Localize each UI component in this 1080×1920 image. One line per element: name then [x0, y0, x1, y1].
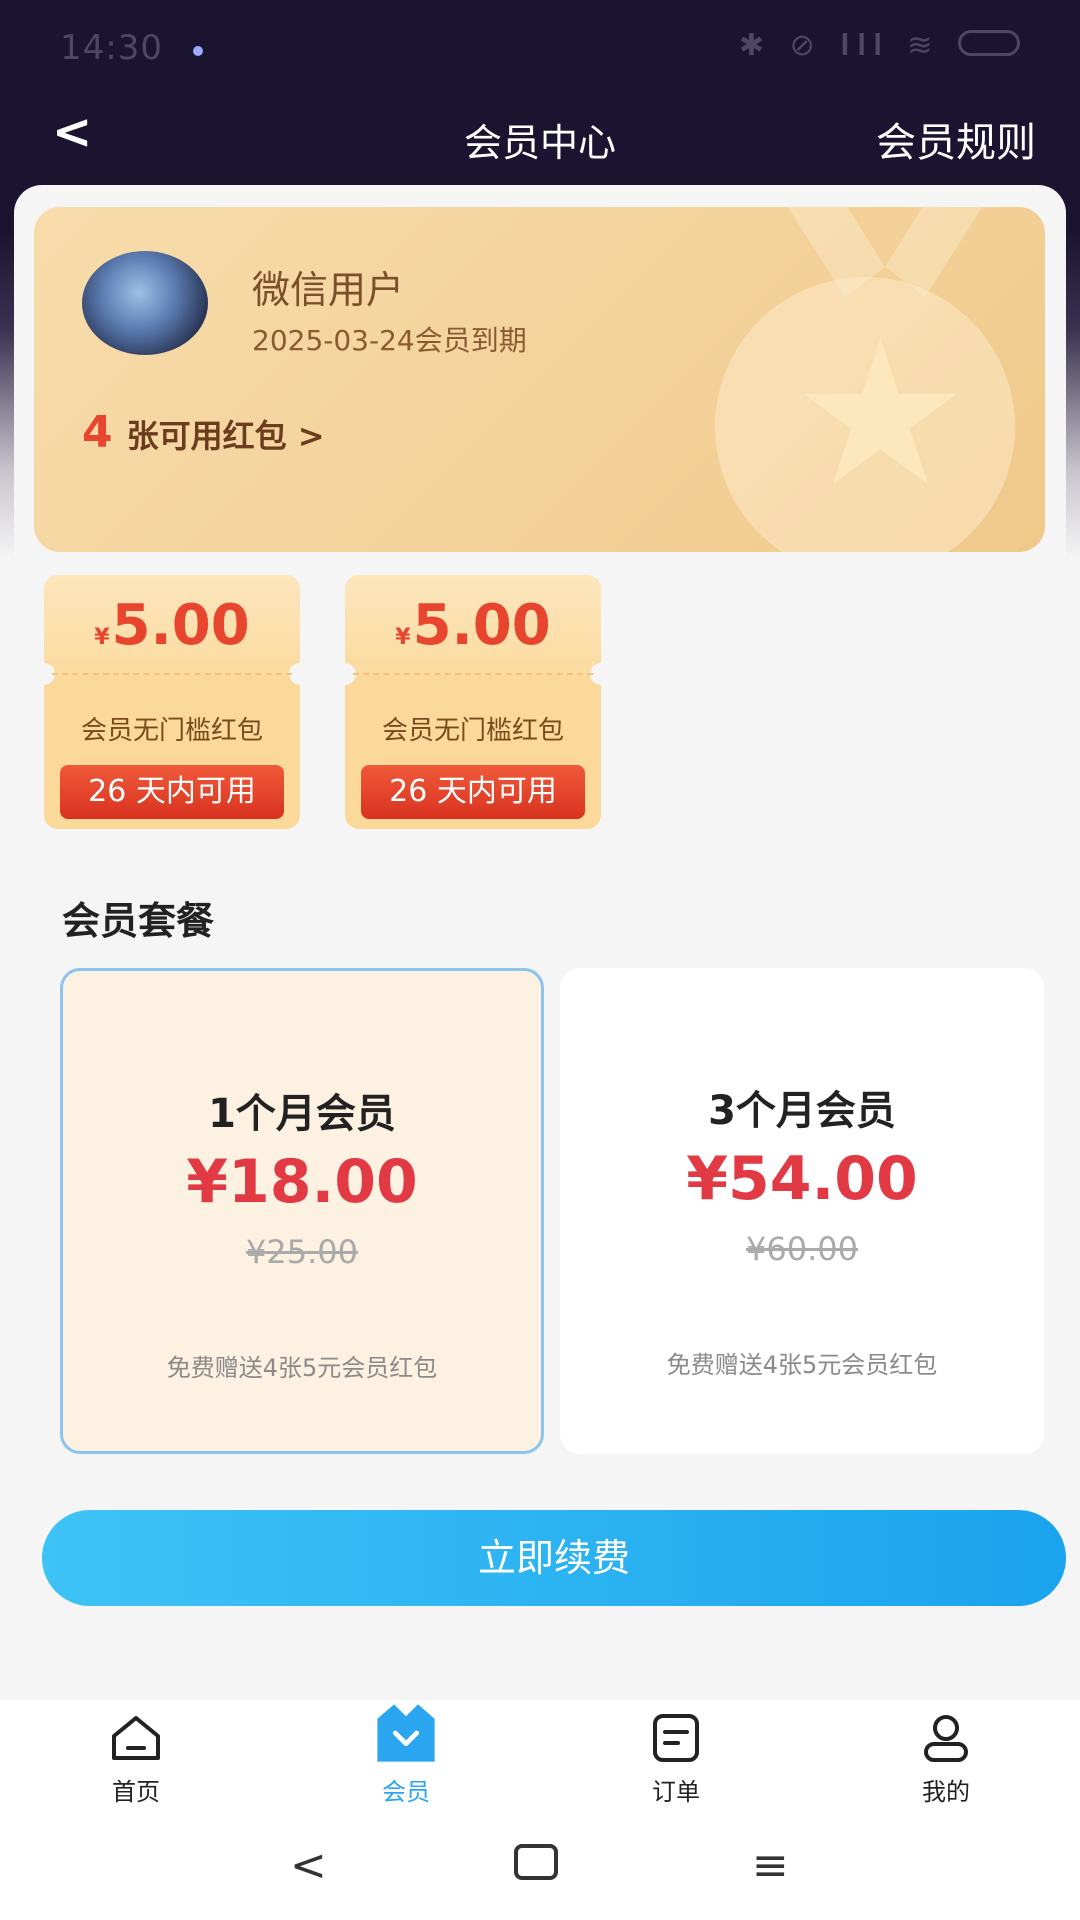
home-icon [112, 1716, 160, 1760]
system-back-icon[interactable]: < [290, 1840, 327, 1891]
status-icons: ✱ ⊘ 𝐈𝐥𝐥 ≋ [739, 28, 1020, 63]
system-nav-bar: < ≡ [0, 1810, 1080, 1920]
coupon-title: 会员无门槛红包 [80, 716, 263, 746]
plan-price: ¥54.00 [686, 1144, 918, 1214]
available-coupons-link[interactable]: 4 张可用红包 > [82, 407, 325, 458]
avatar[interactable] [82, 251, 208, 355]
user-name: 微信用户 [252, 268, 405, 312]
coupon-title: 会员无门槛红包 [381, 716, 564, 746]
coupon-card[interactable]: ¥5.00 会员无门槛红包 26 天内可用 [44, 575, 300, 829]
nav-bar: < 会员中心 会员规则 [0, 100, 1080, 180]
tab-label: 我的 [922, 1778, 970, 1806]
vip-icon [377, 1704, 435, 1762]
plan-price: ¥18.00 [186, 1147, 418, 1217]
plan-original-price: ¥25.00 [246, 1233, 358, 1271]
member-expire-date: 2025-03-24会员到期 [252, 324, 527, 357]
coupon-validity-badge: 26 天内可用 [60, 765, 284, 819]
coupon-divider [353, 673, 593, 675]
plan-name: 3个月会员 [708, 1088, 896, 1134]
plan-card-1-month[interactable]: 1个月会员 ¥18.00 ¥25.00 免费赠送4张5元会员红包 [60, 968, 544, 1454]
tab-bar: 首页 会员 订单 我的 [0, 1700, 1080, 1810]
plans-section-title: 会员套餐 [62, 899, 215, 943]
tab-orders[interactable]: 订单 [606, 1712, 746, 1807]
currency-symbol: ¥ [395, 625, 411, 650]
coupon-count: 4 [82, 407, 113, 458]
coupon-value: 5.00 [111, 593, 250, 658]
member-card: ★ 微信用户 2025-03-24会员到期 4 张可用红包 > [34, 207, 1045, 552]
order-icon [653, 1714, 699, 1762]
coupon-card[interactable]: ¥5.00 会员无门槛红包 26 天内可用 [345, 575, 601, 829]
coupon-count-label: 张可用红包 > [126, 417, 325, 455]
battery-icon [958, 29, 1020, 56]
status-time: 14:30 [60, 28, 163, 68]
system-home-icon[interactable] [514, 1844, 558, 1880]
tab-vip[interactable]: 会员 [336, 1704, 476, 1807]
coupon-validity-badge: 26 天内可用 [361, 765, 585, 819]
coupon-value: 5.00 [412, 593, 551, 658]
renew-button[interactable]: 立即续费 [42, 1510, 1066, 1606]
tab-label: 首页 [112, 1778, 160, 1806]
plan-note: 免费赠送4张5元会员红包 [166, 1354, 438, 1382]
tab-label: 订单 [652, 1778, 700, 1806]
coupon-amount: ¥5.00 [44, 593, 300, 658]
coupon-amount: ¥5.00 [345, 593, 601, 658]
status-bar: 14:30 ✱ ⊘ 𝐈𝐥𝐥 ≋ [0, 0, 1080, 100]
plan-name: 1个月会员 [208, 1091, 396, 1137]
plan-original-price: ¥60.00 [746, 1230, 858, 1268]
star-icon: ★ [790, 298, 970, 531]
tab-home[interactable]: 首页 [66, 1712, 206, 1807]
profile-icon [924, 1715, 968, 1762]
member-rules-link[interactable]: 会员规则 [876, 110, 1036, 168]
tab-label: 会员 [382, 1778, 430, 1806]
tab-profile[interactable]: 我的 [876, 1712, 1016, 1807]
plan-note: 免费赠送4张5元会员红包 [666, 1351, 938, 1379]
currency-symbol: ¥ [94, 625, 110, 650]
system-menu-icon[interactable]: ≡ [752, 1840, 789, 1891]
notification-dot [193, 46, 203, 56]
plan-card-3-month[interactable]: 3个月会员 ¥54.00 ¥60.00 免费赠送4张5元会员红包 [560, 968, 1044, 1454]
signal-icons: ✱ ⊘ 𝐈𝐥𝐥 ≋ [738, 28, 941, 63]
coupon-divider [52, 673, 292, 675]
